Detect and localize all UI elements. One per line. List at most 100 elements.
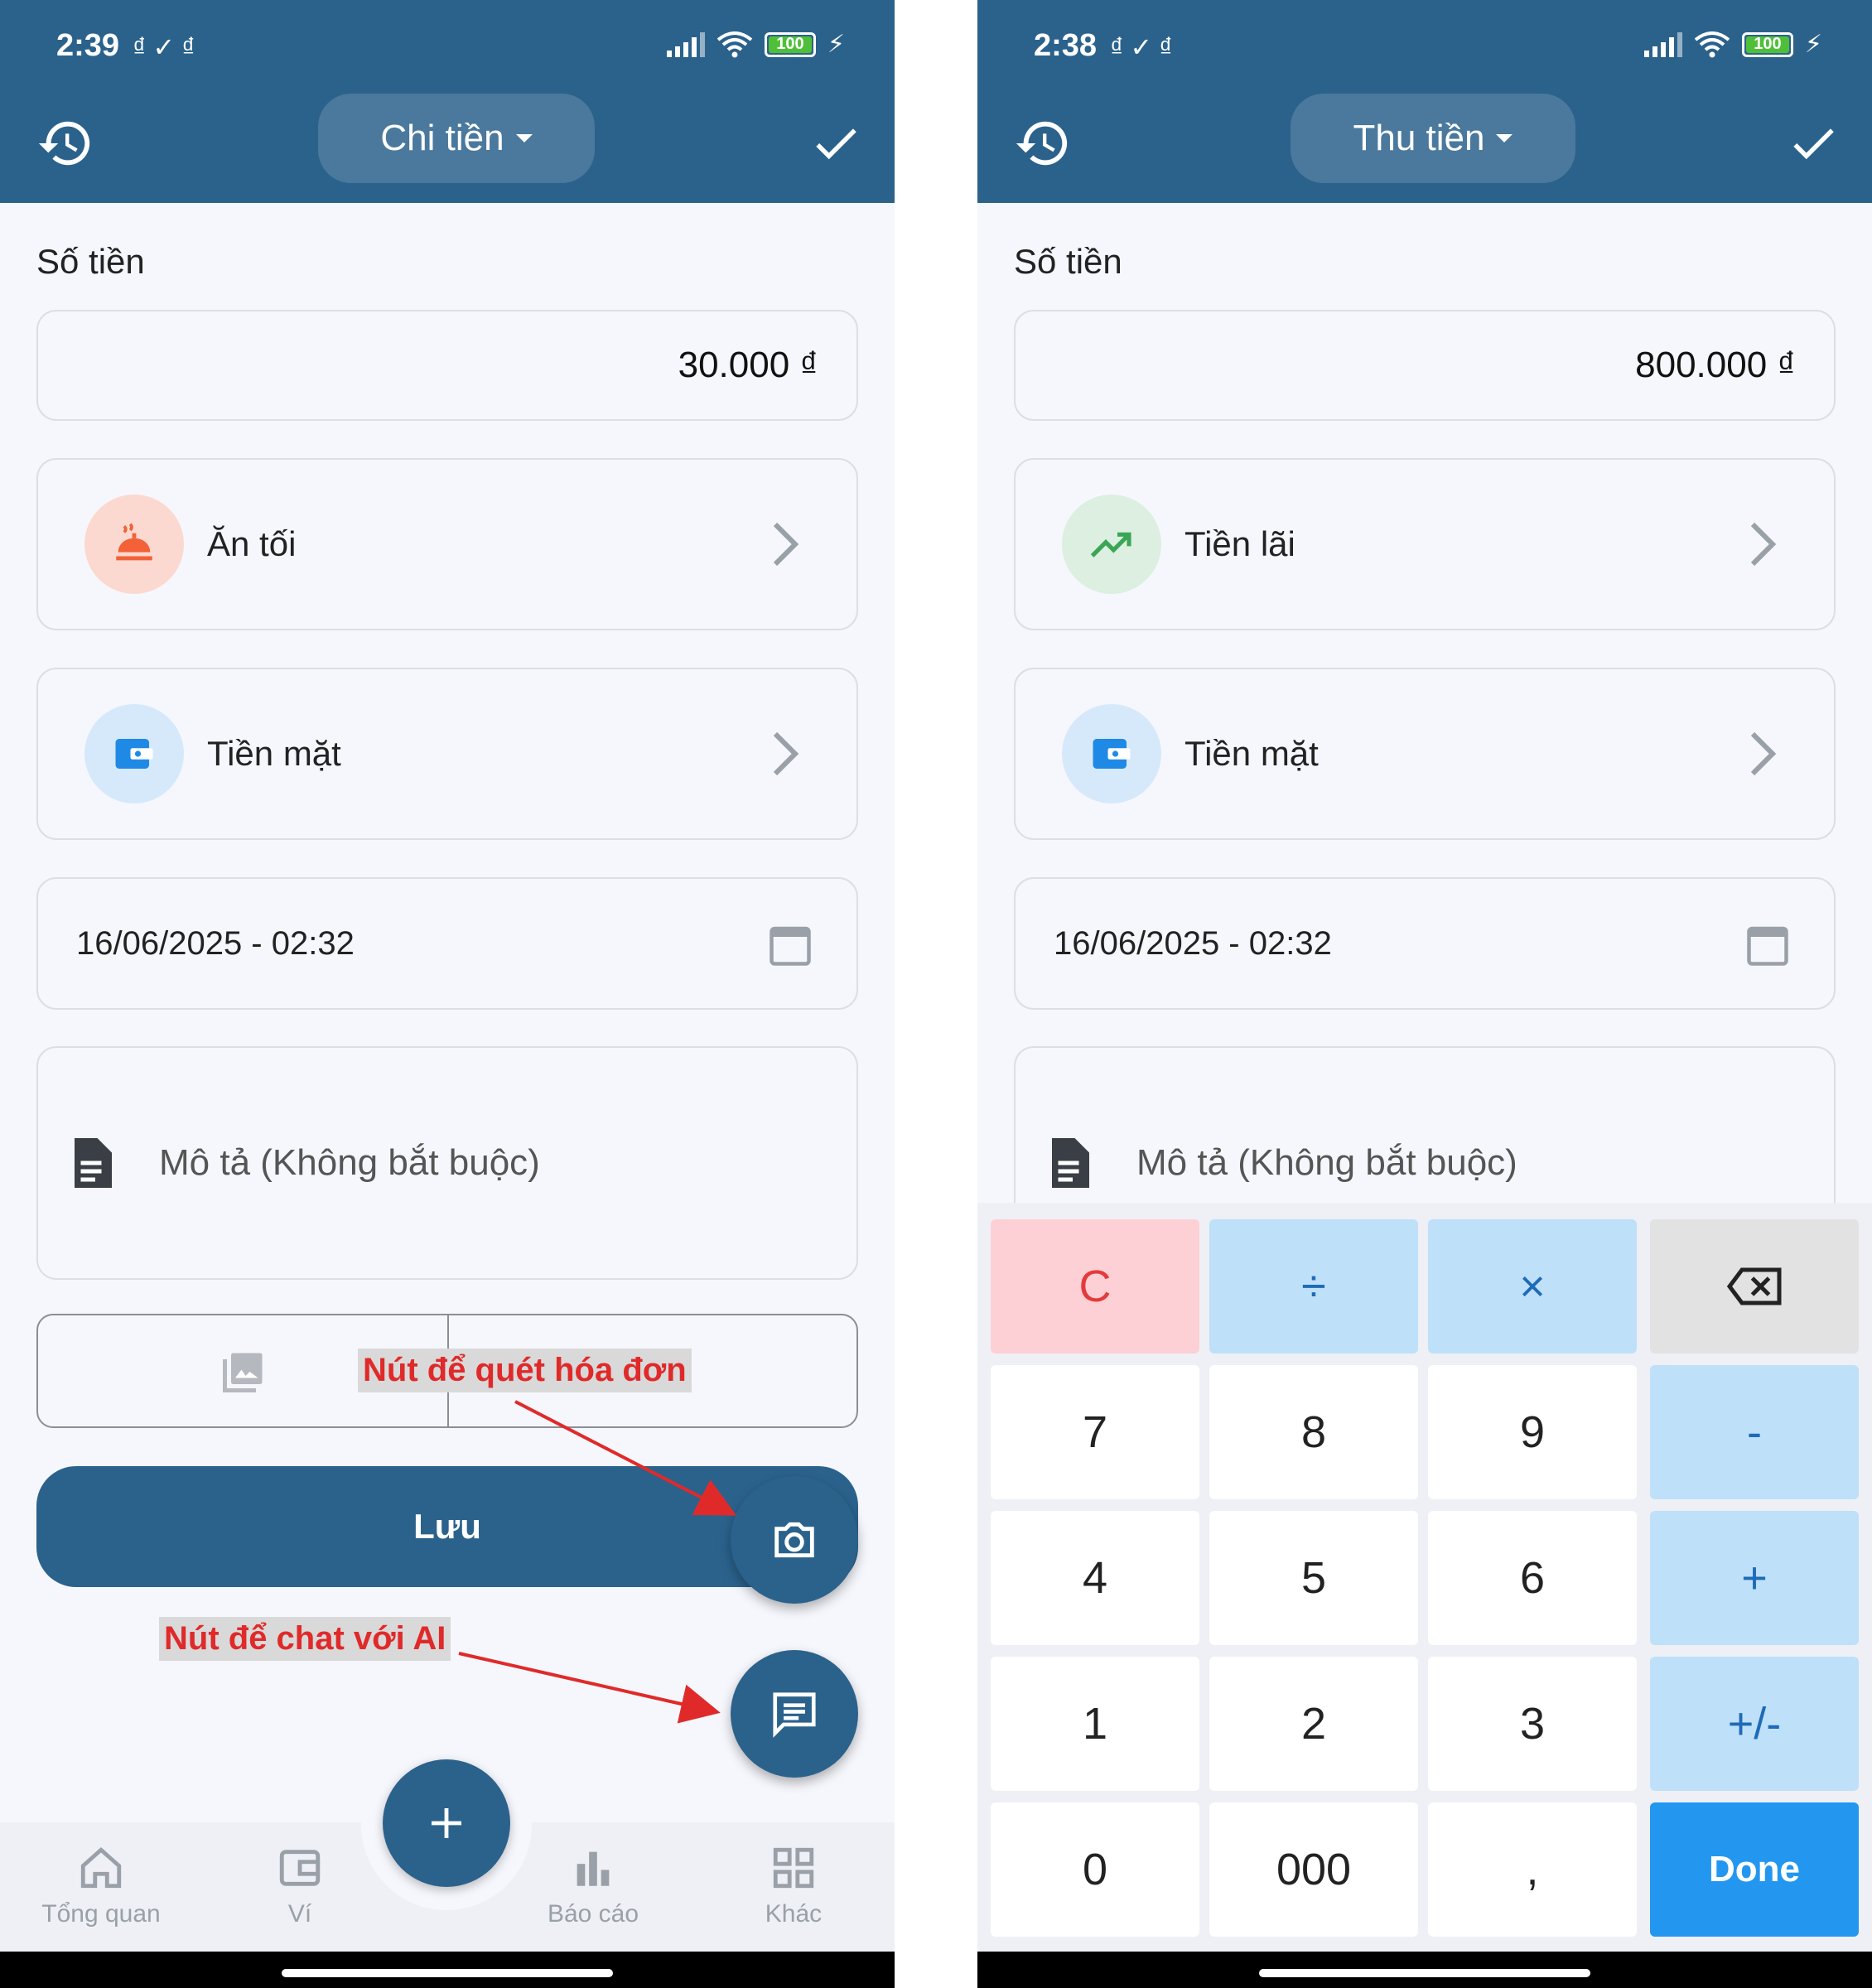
history-icon[interactable] <box>1014 114 1072 172</box>
category-label: Tiền lãi <box>1184 524 1295 563</box>
nav-more[interactable]: Khác <box>711 1844 876 1928</box>
home-indicator[interactable] <box>1259 1969 1590 1977</box>
charging-icon: ⚡ <box>827 31 845 58</box>
calendar-icon[interactable] <box>1743 920 1792 970</box>
caret-down-icon <box>1496 134 1513 142</box>
check-icon[interactable] <box>808 116 863 171</box>
ai-chat-button[interactable] <box>731 1650 858 1778</box>
wallet-selector[interactable]: Tiền mặt <box>1014 668 1836 840</box>
transaction-type-dropdown[interactable]: Chi tiền <box>318 94 595 183</box>
wifi-icon <box>1694 31 1730 57</box>
status-time: 2:38 <box>1034 28 1098 63</box>
home-icon <box>80 1847 122 1889</box>
wifi-icon <box>716 31 753 57</box>
nav-wallet-label: Ví <box>287 1900 312 1928</box>
charging-icon: ⚡ <box>1804 31 1822 58</box>
scan-receipt-button[interactable] <box>731 1476 858 1604</box>
home-indicator[interactable] <box>282 1969 613 1977</box>
amount-input[interactable]: 800.000 ₫ <box>1014 310 1836 421</box>
expense-screen: 2:39 ₫✓₫ 100 ⚡ Chi tiền Số tiền 30.000 ₫… <box>0 0 895 1988</box>
key-plus[interactable]: + <box>1650 1511 1859 1645</box>
backspace-icon <box>1726 1267 1782 1305</box>
battery-icon: 100 <box>764 31 816 57</box>
caret-down-icon <box>515 134 533 142</box>
key-6[interactable]: 6 <box>1428 1511 1637 1645</box>
category-selector[interactable]: Ăn tối <box>36 458 858 630</box>
nav-reports[interactable]: Báo cáo <box>510 1844 676 1928</box>
dinner-icon <box>116 523 152 561</box>
key-0[interactable]: 0 <box>991 1802 1199 1937</box>
key-4[interactable]: 4 <box>991 1511 1199 1645</box>
wallet-icon-circle <box>84 704 184 803</box>
chevron-right-icon <box>1750 731 1777 776</box>
wallet-label: Tiền mặt <box>207 734 341 773</box>
key-sign[interactable]: +/- <box>1650 1657 1859 1791</box>
key-1[interactable]: 1 <box>991 1657 1199 1791</box>
amount-label: Số tiền <box>36 242 145 281</box>
battery-level: 100 <box>1754 35 1782 53</box>
key-multiply[interactable]: × <box>1428 1219 1637 1353</box>
chat-icon <box>773 1692 816 1738</box>
category-label: Ăn tối <box>207 524 297 563</box>
category-selector[interactable]: Tiền lãi <box>1014 458 1836 630</box>
amount-label: Số tiền <box>1014 242 1122 281</box>
key-7[interactable]: 7 <box>991 1365 1199 1499</box>
signal-icon <box>666 31 705 57</box>
key-minus[interactable]: - <box>1650 1365 1859 1499</box>
status-right: 100 ⚡ <box>1643 30 1822 59</box>
key-2[interactable]: 2 <box>1209 1657 1418 1791</box>
key-000[interactable]: 000 <box>1209 1802 1418 1937</box>
description-placeholder: Mô tả (Không bắt buộc) <box>159 1142 540 1183</box>
nav-reports-label: Báo cáo <box>547 1900 639 1928</box>
nav-wallet[interactable]: Ví <box>217 1844 383 1928</box>
chevron-right-icon <box>773 731 799 776</box>
key-5[interactable]: 5 <box>1209 1511 1418 1645</box>
battery-level: 100 <box>776 35 804 53</box>
status-notification-icons: ₫✓₫ <box>1110 32 1180 62</box>
chevron-right-icon <box>1750 522 1777 567</box>
add-transaction-button[interactable] <box>383 1759 510 1887</box>
datetime-field[interactable]: 16/06/2025 - 02:32 <box>1014 877 1836 1010</box>
calculator-keypad: C ÷ × 7 8 9 - 4 5 6 + 1 2 3 +/- 0 000 , … <box>977 1203 1872 1952</box>
camera-icon <box>774 1522 814 1558</box>
amount-input[interactable]: 30.000 ₫ <box>36 310 858 421</box>
wallet-icon <box>115 739 153 769</box>
key-divide[interactable]: ÷ <box>1209 1219 1418 1353</box>
category-icon-circle <box>1062 495 1161 594</box>
plus-icon <box>432 1808 461 1838</box>
status-right: 100 ⚡ <box>666 30 845 59</box>
key-comma[interactable]: , <box>1428 1802 1637 1937</box>
transaction-type-dropdown[interactable]: Thu tiền <box>1291 94 1575 183</box>
wallet-icon-circle <box>1062 704 1161 803</box>
status-notification-icons: ₫✓₫ <box>133 32 202 62</box>
transaction-type-label: Chi tiền <box>380 118 504 158</box>
check-icon[interactable] <box>1786 116 1841 171</box>
category-icon-circle <box>84 495 184 594</box>
history-icon[interactable] <box>36 114 94 172</box>
description-placeholder: Mô tả (Không bắt buộc) <box>1136 1142 1517 1183</box>
annotation-ai-chat: Nút để chat với AI <box>159 1617 451 1661</box>
datetime-field[interactable]: 16/06/2025 - 02:32 <box>36 877 858 1010</box>
bar-chart-icon <box>577 1851 610 1886</box>
datetime-value: 16/06/2025 - 02:32 <box>76 924 355 962</box>
chevron-right-icon <box>773 522 799 567</box>
nav-overview[interactable]: Tổng quan <box>18 1844 184 1928</box>
image-gallery-icon[interactable] <box>219 1347 268 1397</box>
nav-more-label: Khác <box>765 1900 823 1928</box>
description-field[interactable]: Mô tả (Không bắt buộc) <box>36 1046 858 1280</box>
status-time: 2:39 <box>56 28 120 63</box>
calendar-icon[interactable] <box>765 920 815 970</box>
key-9[interactable]: 9 <box>1428 1365 1637 1499</box>
annotation-scan-receipt: Nút để quét hóa đơn <box>358 1349 692 1392</box>
datetime-value: 16/06/2025 - 02:32 <box>1054 924 1332 962</box>
key-3[interactable]: 3 <box>1428 1657 1637 1791</box>
key-8[interactable]: 8 <box>1209 1365 1418 1499</box>
wallet-selector[interactable]: Tiền mặt <box>36 668 858 840</box>
transaction-type-label: Thu tiền <box>1353 118 1485 158</box>
key-backspace[interactable] <box>1650 1219 1859 1353</box>
wallet-icon <box>1093 739 1131 769</box>
key-done[interactable]: Done <box>1650 1802 1859 1937</box>
key-clear[interactable]: C <box>991 1219 1199 1353</box>
income-screen: 2:38 ₫✓₫ 100 ⚡ Thu tiền Số tiền 800.000 … <box>977 0 1872 1988</box>
signal-icon <box>1643 31 1682 57</box>
